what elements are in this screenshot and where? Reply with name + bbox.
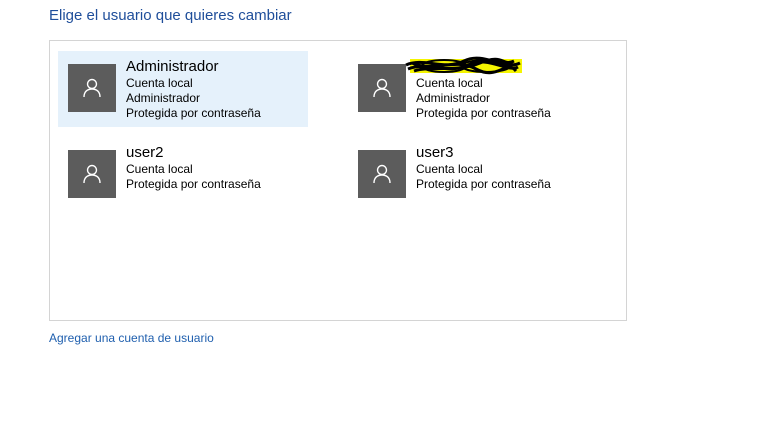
user-avatar	[68, 64, 116, 112]
account-info: user2 Cuenta local Protegida por contras…	[126, 144, 261, 192]
account-type: Cuenta local	[416, 162, 483, 176]
account-name	[416, 58, 551, 76]
account-info: user3 Cuenta local Protegida por contras…	[416, 144, 551, 192]
user-icon	[373, 164, 391, 184]
account-name: user3	[416, 144, 454, 161]
page-title: Elige el usuario que quieres cambiar	[49, 7, 292, 24]
user-avatar	[68, 150, 116, 198]
user-avatar	[358, 64, 406, 112]
account-role: Administrador	[126, 91, 201, 105]
account-info: Administrador Cuenta local Administrador…	[126, 58, 261, 121]
account-tile-redacted[interactable]: Cuenta local Administrador Protegida por…	[348, 51, 598, 127]
account-protection: Protegida por contraseña	[416, 106, 551, 120]
account-tile-user3[interactable]: user3 Cuenta local Protegida por contras…	[348, 137, 598, 213]
account-type: Cuenta local	[416, 76, 483, 90]
account-role: Administrador	[416, 91, 491, 105]
account-info: Cuenta local Administrador Protegida por…	[416, 58, 551, 121]
user-avatar	[358, 150, 406, 198]
account-name: user2	[126, 144, 164, 161]
account-protection: Protegida por contraseña	[126, 177, 261, 191]
manage-accounts-page: Elige el usuario que quieres cambiar Adm…	[0, 0, 782, 426]
accounts-list: Administrador Cuenta local Administrador…	[49, 40, 627, 321]
account-tile-user2[interactable]: user2 Cuenta local Protegida por contras…	[58, 137, 308, 213]
account-name: Administrador	[126, 58, 219, 75]
account-tile-administrador[interactable]: Administrador Cuenta local Administrador…	[58, 51, 308, 127]
add-user-account-link[interactable]: Agregar una cuenta de usuario	[49, 331, 214, 345]
user-icon	[83, 164, 101, 184]
account-protection: Protegida por contraseña	[416, 177, 551, 191]
account-type: Cuenta local	[126, 76, 193, 90]
user-icon	[83, 78, 101, 98]
account-type: Cuenta local	[126, 162, 193, 176]
account-protection: Protegida por contraseña	[126, 106, 261, 120]
user-icon	[373, 78, 391, 98]
